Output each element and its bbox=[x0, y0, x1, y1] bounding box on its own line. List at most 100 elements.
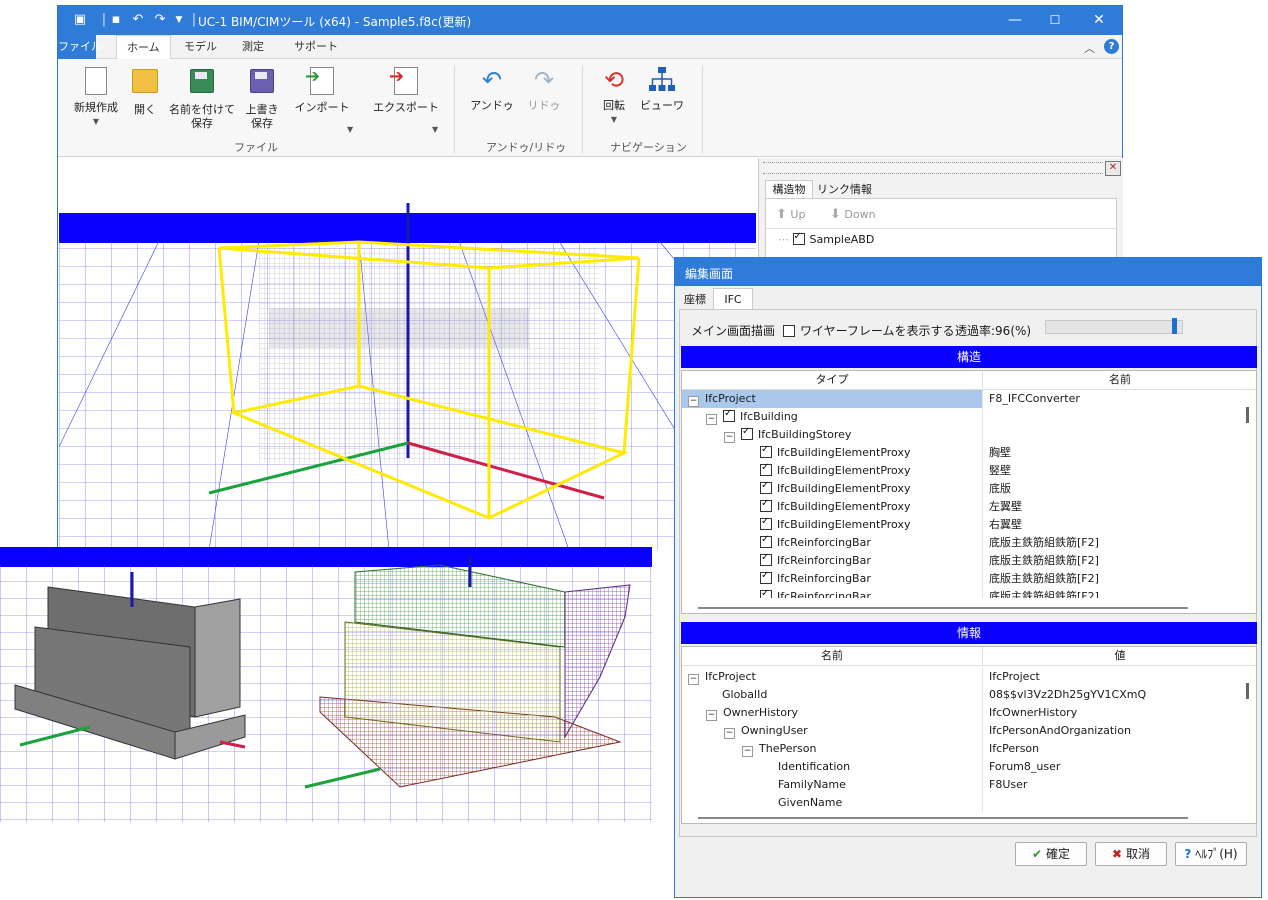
collapse-ribbon-icon[interactable]: ︿ bbox=[1084, 40, 1095, 56]
vertical-scrollbar[interactable] bbox=[1246, 407, 1249, 423]
tab-model[interactable]: モデル bbox=[174, 35, 227, 59]
viewer-button[interactable]: ビューワ bbox=[640, 65, 684, 113]
save-as-button[interactable]: 名前を付けて 保存 bbox=[166, 65, 238, 131]
slider-thumb[interactable] bbox=[1172, 318, 1177, 334]
rotate-button[interactable]: ⟲ 回転 ▼ bbox=[594, 65, 634, 127]
open-button[interactable]: 開く bbox=[128, 65, 162, 117]
title-bar: ▣ | ▪ ↶ ↷ ▼ | UC-1 BIM/CIMツール (x64) - Sa… bbox=[58, 6, 1122, 35]
row-type: IfcReinforcingBar bbox=[777, 554, 871, 567]
hierarchy-icon bbox=[647, 65, 677, 95]
help-icon[interactable]: ? bbox=[1104, 39, 1119, 54]
collapse-icon[interactable]: − bbox=[706, 710, 717, 721]
tree-item-sampleabd[interactable]: ⋯ SampleABD bbox=[778, 230, 874, 246]
table-row[interactable]: − OwnerHistory IfcOwnerHistory bbox=[682, 704, 1242, 722]
prop-value bbox=[982, 794, 989, 812]
wireframe-checkbox-box[interactable] bbox=[783, 325, 795, 337]
item-checkbox[interactable] bbox=[792, 230, 805, 245]
row-checkbox[interactable] bbox=[760, 515, 772, 530]
import-button[interactable]: ➔ インポート bbox=[292, 65, 352, 115]
3d-viewport[interactable] bbox=[59, 158, 756, 550]
table-row[interactable]: − IfcProject IfcProject bbox=[682, 668, 1242, 686]
export-button[interactable]: ➔ エクスポート bbox=[366, 65, 446, 115]
horizontal-scrollbar[interactable] bbox=[698, 607, 1188, 609]
import-dropdown-icon[interactable]: ▼ bbox=[347, 125, 353, 134]
vertical-scrollbar[interactable] bbox=[1246, 683, 1249, 699]
table-row[interactable]: GivenName bbox=[682, 794, 1242, 812]
collapse-icon[interactable]: − bbox=[688, 674, 699, 685]
table-row[interactable]: IfcBuildingElementProxy 右翼壁 bbox=[682, 515, 1242, 534]
redo-quick-icon[interactable]: ↷ bbox=[152, 12, 168, 28]
table-row[interactable]: IfcBuildingElementProxy 底版 bbox=[682, 479, 1242, 498]
horizontal-scrollbar[interactable] bbox=[698, 817, 1188, 819]
check-icon: ✔ bbox=[1032, 847, 1043, 861]
table-row[interactable]: IfcBuildingElementProxy 左翼壁 bbox=[682, 497, 1242, 516]
table-row[interactable]: IfcReinforcingBar 底版主鉄筋組鉄筋[F2] bbox=[682, 533, 1242, 552]
table-row[interactable]: IfcReinforcingBar 底版主鉄筋組鉄筋[F2] bbox=[682, 551, 1242, 570]
panel-close-icon[interactable]: ✕ bbox=[1105, 161, 1121, 176]
table-row[interactable]: FamilyName F8User bbox=[682, 776, 1242, 794]
row-checkbox[interactable] bbox=[741, 425, 753, 440]
panel-grip[interactable] bbox=[763, 162, 1103, 174]
row-name: 胸壁 bbox=[982, 444, 1011, 462]
table-row[interactable]: GlobalId 08$$vl3Vz2Dh25gYV1CXmQ bbox=[682, 686, 1242, 704]
undo-quick-icon[interactable]: ↶ bbox=[130, 12, 146, 28]
prop-name: OwnerHistory bbox=[723, 706, 799, 719]
collapse-icon[interactable]: − bbox=[706, 414, 717, 425]
table-row[interactable]: − ThePerson IfcPerson bbox=[682, 740, 1242, 758]
tab-support[interactable]: サポート bbox=[284, 35, 348, 59]
table-row[interactable]: − IfcBuildingStorey bbox=[682, 425, 1242, 444]
table-row[interactable]: Identification Forum8_user bbox=[682, 758, 1242, 776]
tab-home[interactable]: ホーム bbox=[116, 35, 171, 59]
edit-dialog: 編集画面 座標 IFC メイン画面描画 ワイヤーフレームを表示する 透過率:96… bbox=[674, 257, 1262, 898]
save-quick-icon[interactable]: ▪ bbox=[108, 12, 124, 28]
undo-button[interactable]: ↶ アンドゥ bbox=[470, 65, 514, 113]
table-row[interactable]: IfcReinforcingBar 底版主鉄筋組鉄筋[F2] bbox=[682, 569, 1242, 588]
collapse-icon[interactable]: − bbox=[742, 746, 753, 757]
ok-button[interactable]: ✔ 確定 bbox=[1015, 842, 1087, 866]
import-label: インポート bbox=[294, 101, 350, 114]
row-checkbox[interactable] bbox=[760, 461, 772, 476]
help-button[interactable]: ? ﾍﾙﾌﾟ(H) bbox=[1175, 842, 1247, 866]
table-row[interactable]: − IfcBuilding bbox=[682, 407, 1242, 426]
transparency-slider[interactable] bbox=[1045, 318, 1183, 334]
up-button[interactable]: ⬆ Up bbox=[776, 207, 805, 222]
redo-button[interactable]: ↷ リドゥ bbox=[524, 65, 564, 113]
transparency-label: 透過率:96(%) bbox=[955, 324, 1032, 338]
close-button[interactable]: ✕ bbox=[1076, 6, 1122, 35]
customize-quick-icon[interactable]: ▼ bbox=[171, 12, 187, 28]
export-dropdown-icon[interactable]: ▼ bbox=[432, 125, 438, 134]
row-checkbox[interactable] bbox=[760, 497, 772, 512]
row-checkbox[interactable] bbox=[760, 551, 772, 566]
table-row[interactable]: − OwningUser IfcPersonAndOrganization bbox=[682, 722, 1242, 740]
collapse-icon[interactable]: − bbox=[688, 396, 699, 407]
collapse-icon[interactable]: − bbox=[724, 432, 735, 443]
cancel-button[interactable]: ✖ 取消 bbox=[1095, 842, 1167, 866]
down-button[interactable]: ⬇ Down bbox=[830, 207, 876, 222]
row-checkbox[interactable] bbox=[760, 533, 772, 548]
tab-coordinates[interactable]: 座標 bbox=[681, 291, 709, 309]
prop-name: IfcProject bbox=[705, 670, 756, 683]
row-checkbox[interactable] bbox=[760, 479, 772, 494]
tab-structure[interactable]: 構造物 bbox=[765, 180, 813, 199]
table-row[interactable]: IfcBuildingElementProxy 胸壁 bbox=[682, 443, 1242, 462]
save-button[interactable]: 上書き 保存 bbox=[242, 65, 282, 131]
tab-file[interactable]: ファイル bbox=[58, 35, 102, 59]
tab-measure[interactable]: 測定 bbox=[232, 35, 274, 59]
table-row[interactable]: IfcBuildingElementProxy 竪壁 bbox=[682, 461, 1242, 480]
maximize-button[interactable]: ☐ bbox=[1032, 6, 1078, 35]
wireframe-checkbox[interactable]: ワイヤーフレームを表示する bbox=[783, 322, 955, 339]
dialog-title-bar: 編集画面 bbox=[675, 258, 1261, 286]
row-checkbox[interactable] bbox=[723, 407, 735, 422]
row-checkbox[interactable] bbox=[760, 588, 772, 598]
tab-ifc[interactable]: IFC bbox=[713, 288, 753, 310]
row-checkbox[interactable] bbox=[760, 443, 772, 458]
table-row[interactable]: − IfcProject F8_IFCConverter bbox=[682, 390, 1243, 408]
collapse-icon[interactable]: − bbox=[724, 728, 735, 739]
prop-name: FamilyName bbox=[778, 778, 846, 791]
main-draw-label: メイン画面描画 bbox=[691, 324, 776, 338]
table-row[interactable]: IfcReinforcingBar 底版主鉄筋組鉄筋[F2] bbox=[682, 588, 1242, 598]
redo-label: リドゥ bbox=[527, 99, 561, 112]
row-checkbox[interactable] bbox=[760, 569, 772, 584]
tab-link-info[interactable]: リンク情報 bbox=[813, 182, 876, 198]
new-button[interactable]: 新規作成 ▼ bbox=[68, 65, 124, 129]
